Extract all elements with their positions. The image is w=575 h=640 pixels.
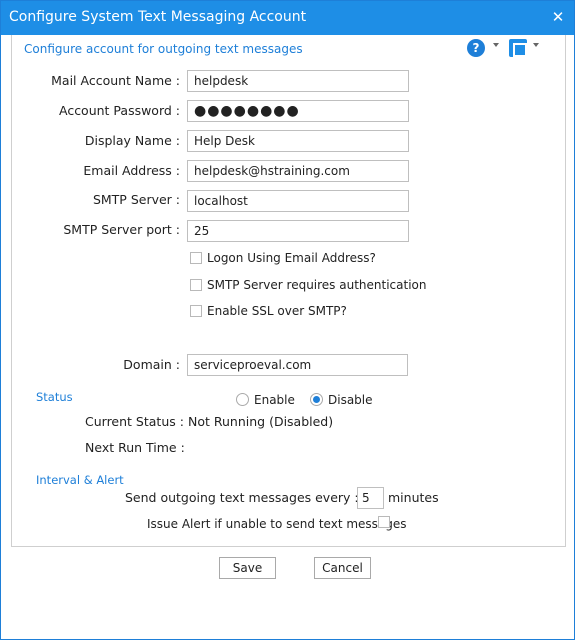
cancel-button[interactable]: Cancel [314, 557, 371, 579]
smtp-server-label: SMTP Server : [92, 192, 180, 207]
current-status-value: Not Running (Disabled) [188, 414, 334, 429]
display-name-label: Display Name : [84, 133, 180, 148]
settings-panel: Configure account for outgoing text mess… [11, 35, 566, 547]
toolbar: ? [467, 39, 539, 59]
issue-alert-checkbox[interactable] [378, 516, 390, 528]
account-password-input[interactable]: ●●●●●●●● [187, 100, 409, 122]
help-icon[interactable]: ? [467, 39, 485, 57]
smtp-server-input[interactable]: localhost [187, 190, 409, 212]
display-name-input[interactable]: Help Desk [187, 130, 409, 152]
smtp-port-input[interactable]: 25 [187, 220, 409, 242]
email-address-label: Email Address : [83, 163, 180, 178]
subtitle: Configure account for outgoing text mess… [24, 42, 303, 56]
disable-radio-label: Disable [328, 393, 373, 407]
smtp-auth-label: SMTP Server requires authentication [207, 278, 427, 292]
domain-label: Domain : [123, 357, 180, 372]
smtp-auth-checkbox[interactable] [190, 279, 202, 291]
export-icon[interactable] [509, 39, 527, 57]
smtp-port-label: SMTP Server port : [63, 222, 180, 237]
close-icon[interactable]: ✕ [548, 7, 568, 27]
enable-ssl-label: Enable SSL over SMTP? [207, 304, 347, 318]
current-status-label: Current Status : [85, 414, 184, 429]
title-bar: Configure System Text Messaging Account … [1, 1, 574, 35]
account-password-label: Account Password : [58, 103, 180, 118]
mail-account-name-label: Mail Account Name : [51, 73, 180, 88]
configure-sms-dialog: Configure System Text Messaging Account … [0, 0, 575, 640]
enable-radio-label: Enable [254, 393, 295, 407]
enable-ssl-checkbox[interactable] [190, 305, 202, 317]
save-button[interactable]: Save [219, 557, 276, 579]
issue-alert-label: Issue Alert if unable to send text messa… [147, 517, 407, 531]
status-heading: Status [36, 390, 73, 404]
disable-radio[interactable] [310, 393, 323, 406]
mail-account-name-input[interactable]: helpdesk [187, 70, 409, 92]
interval-alert-heading: Interval & Alert [36, 473, 124, 487]
email-address-input[interactable]: helpdesk@hstraining.com [187, 160, 409, 182]
next-run-label: Next Run Time : [85, 440, 185, 455]
minutes-label: minutes [388, 490, 439, 505]
logon-email-label: Logon Using Email Address? [207, 251, 376, 265]
domain-input[interactable]: serviceproeval.com [187, 354, 408, 376]
enable-radio[interactable] [236, 393, 249, 406]
window-title: Configure System Text Messaging Account [9, 9, 307, 25]
send-interval-label: Send outgoing text messages every : [125, 490, 359, 505]
logon-email-checkbox[interactable] [190, 252, 202, 264]
export-menu-chevron-down-icon[interactable] [533, 43, 539, 47]
help-menu-chevron-down-icon[interactable] [493, 43, 499, 47]
minutes-input[interactable]: 5 [357, 487, 384, 509]
